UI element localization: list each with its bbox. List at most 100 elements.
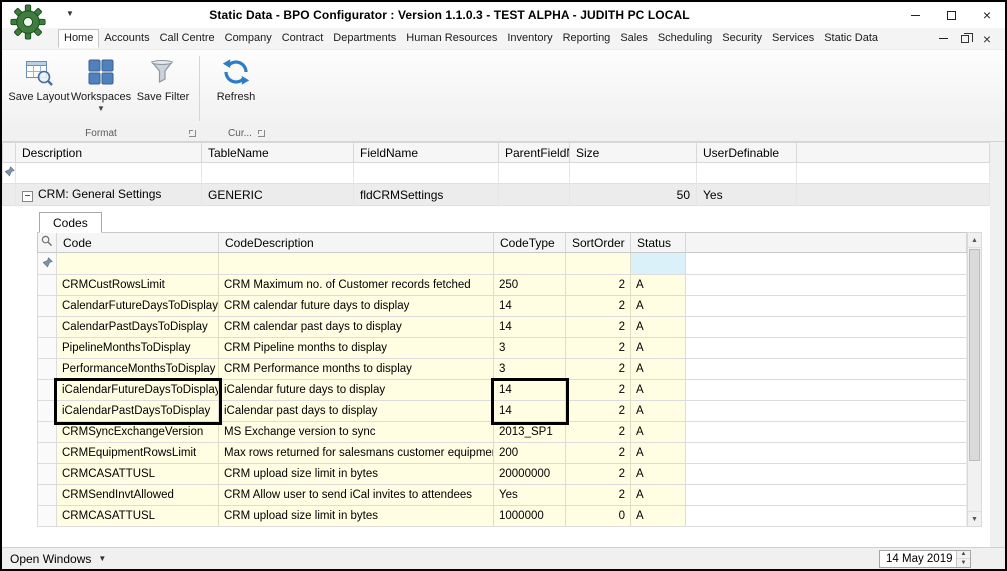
- vertical-scrollbar[interactable]: ▲ ▼: [967, 232, 982, 527]
- cell-code-type[interactable]: 3: [494, 359, 566, 380]
- filter-cell-size[interactable]: [570, 163, 697, 184]
- cell-code[interactable]: CRMCASATTUSL: [57, 506, 219, 527]
- cell-code-description[interactable]: Max rows returned for salesmans customer…: [219, 443, 494, 464]
- mdi-minimize-button[interactable]: [933, 31, 953, 47]
- dialog-launcher-icon[interactable]: [258, 130, 265, 137]
- cell-sort-order[interactable]: 2: [566, 275, 631, 296]
- cell-fieldname[interactable]: fldCRMSettings: [354, 184, 499, 206]
- column-header-status[interactable]: Status: [631, 232, 686, 253]
- cell-code[interactable]: CalendarPastDaysToDisplay: [57, 317, 219, 338]
- minimize-button[interactable]: [897, 4, 933, 26]
- date-editor[interactable]: 14 May 2019 ▲ ▼: [879, 550, 971, 568]
- cell-code-description[interactable]: CRM Pipeline months to display: [219, 338, 494, 359]
- save-layout-button[interactable]: Save Layout: [8, 53, 70, 126]
- mdi-restore-button[interactable]: [955, 31, 975, 47]
- cell-userdefinable[interactable]: Yes: [697, 184, 797, 206]
- cell-code-type[interactable]: 200: [494, 443, 566, 464]
- table-row[interactable]: CalendarPastDaysToDisplay CRM calendar p…: [37, 317, 967, 338]
- table-row[interactable]: CRMEquipmentRowsLimit Max rows returned …: [37, 443, 967, 464]
- filter-cell-codetype[interactable]: [494, 253, 566, 275]
- table-row[interactable]: CalendarFutureDaysToDisplay CRM calendar…: [37, 296, 967, 317]
- cell-code-description[interactable]: CRM calendar past days to display: [219, 317, 494, 338]
- column-header-tablename[interactable]: TableName: [202, 142, 354, 163]
- cell-code-type[interactable]: Yes: [494, 485, 566, 506]
- row-indicator[interactable]: [37, 422, 57, 443]
- cell-code[interactable]: CRMEquipmentRowsLimit: [57, 443, 219, 464]
- maximize-button[interactable]: [933, 4, 969, 26]
- cell-parentfieldname[interactable]: [499, 184, 570, 206]
- column-header-codedescription[interactable]: CodeDescription: [219, 232, 494, 253]
- close-button[interactable]: ×: [969, 4, 1005, 26]
- ribbon-tab-sales[interactable]: Sales: [615, 30, 653, 47]
- ribbon-tab-company[interactable]: Company: [220, 30, 277, 47]
- ribbon-tab-home[interactable]: Home: [58, 29, 99, 48]
- ribbon-tab-static-data[interactable]: Static Data: [819, 30, 883, 47]
- cell-status[interactable]: A: [631, 506, 686, 527]
- codes-search-header[interactable]: [37, 232, 57, 253]
- collapse-row-icon[interactable]: −: [22, 191, 33, 202]
- cell-tablename[interactable]: GENERIC: [202, 184, 354, 206]
- cell-code-type[interactable]: 14: [494, 317, 566, 338]
- column-header-code[interactable]: Code: [57, 232, 219, 253]
- dialog-launcher-icon[interactable]: [189, 130, 196, 137]
- column-header-userdefinable[interactable]: UserDefinable: [697, 142, 797, 163]
- cell-code[interactable]: PerformanceMonthsToDisplay: [57, 359, 219, 380]
- cell-code[interactable]: iCalendarFutureDaysToDisplay: [57, 380, 219, 401]
- cell-status[interactable]: A: [631, 401, 686, 422]
- ribbon-tab-scheduling[interactable]: Scheduling: [653, 30, 717, 47]
- column-header-codetype[interactable]: CodeType: [494, 232, 566, 253]
- cell-code[interactable]: CRMSyncExchangeVersion: [57, 422, 219, 443]
- cell-status[interactable]: A: [631, 380, 686, 401]
- ribbon-tab-services[interactable]: Services: [767, 30, 819, 47]
- ribbon-tab-reporting[interactable]: Reporting: [558, 30, 616, 47]
- row-indicator[interactable]: [37, 485, 57, 506]
- filter-cell-fieldname[interactable]: [354, 163, 499, 184]
- cell-code-type[interactable]: 3: [494, 338, 566, 359]
- refresh-button[interactable]: Refresh: [205, 53, 267, 126]
- row-indicator[interactable]: [37, 275, 57, 296]
- spin-up-icon[interactable]: ▲: [957, 551, 970, 560]
- ribbon-tab-inventory[interactable]: Inventory: [502, 30, 557, 47]
- table-row[interactable]: CRMSyncExchangeVersion MS Exchange versi…: [37, 422, 967, 443]
- ribbon-tab-departments[interactable]: Departments: [328, 30, 401, 47]
- scroll-up-icon[interactable]: ▲: [968, 233, 981, 248]
- cell-sort-order[interactable]: 2: [566, 296, 631, 317]
- table-row[interactable]: CRMCASATTUSL CRM upload size limit in by…: [37, 464, 967, 485]
- cell-code-description[interactable]: CRM Maximum no. of Customer records fetc…: [219, 275, 494, 296]
- table-row[interactable]: CRMCustRowsLimit CRM Maximum no. of Cust…: [37, 275, 967, 296]
- cell-code-description[interactable]: MS Exchange version to sync: [219, 422, 494, 443]
- scroll-down-icon[interactable]: ▼: [968, 511, 981, 526]
- row-indicator[interactable]: [37, 380, 57, 401]
- app-gear-icon[interactable]: [10, 4, 46, 40]
- row-indicator[interactable]: [2, 184, 16, 206]
- ribbon-tab-security[interactable]: Security: [717, 30, 767, 47]
- column-header-sortorder[interactable]: SortOrder: [566, 232, 631, 253]
- cell-sort-order[interactable]: 2: [566, 401, 631, 422]
- cell-code[interactable]: CalendarFutureDaysToDisplay: [57, 296, 219, 317]
- open-windows-button[interactable]: Open Windows ▼: [10, 552, 106, 566]
- cell-sort-order[interactable]: 2: [566, 485, 631, 506]
- spin-down-icon[interactable]: ▼: [957, 559, 970, 567]
- cell-sort-order[interactable]: 2: [566, 338, 631, 359]
- filter-cell-parentfieldname[interactable]: [499, 163, 570, 184]
- tab-codes[interactable]: Codes: [39, 212, 102, 233]
- cell-code-description[interactable]: iCalendar past days to display: [219, 401, 494, 422]
- cell-sort-order[interactable]: 2: [566, 317, 631, 338]
- cell-code[interactable]: CRMCustRowsLimit: [57, 275, 219, 296]
- cell-sort-order[interactable]: 2: [566, 443, 631, 464]
- cell-code-description[interactable]: CRM Allow user to send iCal invites to a…: [219, 485, 494, 506]
- cell-status[interactable]: A: [631, 275, 686, 296]
- cell-code[interactable]: PipelineMonthsToDisplay: [57, 338, 219, 359]
- cell-status[interactable]: A: [631, 422, 686, 443]
- mdi-close-button[interactable]: ×: [977, 31, 997, 47]
- column-header-fieldname[interactable]: FieldName: [354, 142, 499, 163]
- row-indicator[interactable]: [37, 359, 57, 380]
- filter-cell-description[interactable]: [16, 163, 202, 184]
- column-header-size[interactable]: Size: [570, 142, 697, 163]
- row-indicator[interactable]: [37, 401, 57, 422]
- cell-code-type[interactable]: 14: [494, 401, 566, 422]
- cell-status[interactable]: A: [631, 317, 686, 338]
- cell-code-description[interactable]: iCalendar future days to display: [219, 380, 494, 401]
- cell-code-type[interactable]: 1000000: [494, 506, 566, 527]
- table-row[interactable]: CRMCASATTUSL CRM upload size limit in by…: [37, 506, 967, 527]
